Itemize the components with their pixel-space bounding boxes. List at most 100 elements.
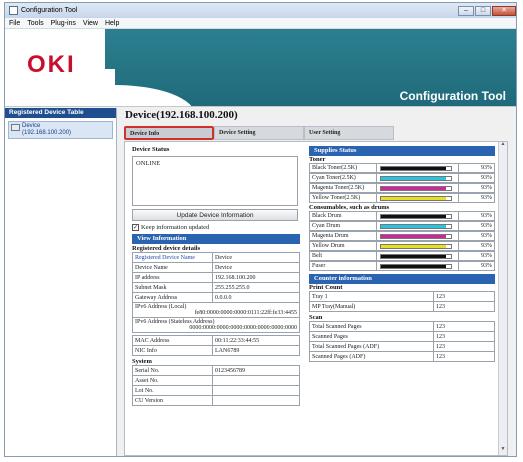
toner-percent: 93% (459, 173, 495, 183)
consumable-name: Fuser (309, 261, 377, 271)
menu-file[interactable]: File (9, 20, 20, 27)
system-detail-key: Asset No. (132, 375, 213, 386)
tab-device-info[interactable]: Device Info (124, 126, 214, 140)
consumable-level-bar (380, 223, 452, 229)
toner-name: Magenta Toner(2.5K) (309, 183, 377, 193)
device-ip: (192.168.100.200) (22, 130, 72, 136)
view-information-header: View Information (132, 234, 300, 244)
toner-name: Cyan Toner(2.5K) (309, 173, 377, 183)
device-detail-value: 192.168.100.200 (212, 272, 300, 283)
device-detail-row: Subnet Mask 255.255.255.0 (132, 282, 300, 293)
consumable-level-cell (377, 211, 459, 221)
sidebar-header: Registered Device Table (5, 108, 116, 118)
print-count-value: 123 (433, 301, 495, 312)
print-count-row: Tray 1 123 (309, 291, 495, 302)
toner-level-bar (380, 195, 452, 201)
keep-updated-checkbox-row[interactable]: ✓ Keep information updated (132, 224, 300, 231)
toner-level-cell (377, 173, 459, 183)
main-area: Device(192.168.100.200) Device Info Devi… (118, 108, 516, 456)
print-count-value: 123 (433, 291, 495, 302)
network-detail-key: MAC Address (132, 335, 213, 346)
consumable-percent: 93% (459, 251, 495, 261)
device-detail-key: Registered Device Name (132, 252, 213, 263)
consumable-level-cell (377, 221, 459, 231)
consumable-level-fill (381, 234, 447, 238)
device-detail-value: Device (212, 252, 300, 263)
consumable-percent: 93% (459, 231, 495, 241)
system-detail-row: Asset No. (132, 375, 300, 386)
toner-level-bar (380, 165, 452, 171)
banner-app-title: Configuration Tool (399, 89, 506, 103)
device-detail-value: 255.255.255.0 (212, 282, 300, 293)
scroll-up-arrow-icon[interactable]: ▲ (499, 142, 507, 150)
tab-bar: Device Info Device Setting User Setting (124, 126, 394, 140)
toner-level-fill (381, 166, 447, 170)
consumable-row: Black Drum 93% (309, 211, 495, 221)
toner-percent: 93% (459, 193, 495, 203)
scan-count-key: Scanned Pages (ADF) (309, 351, 434, 362)
printer-icon (11, 124, 20, 131)
device-detail-row: Registered Device Name Device (132, 252, 300, 263)
toner-row: Yellow Toner(2.5K) 93% (309, 193, 495, 203)
menu-help[interactable]: Help (105, 20, 119, 27)
toner-row: Black Toner(2.5K) 93% (309, 163, 495, 173)
scan-count-value: 123 (433, 341, 495, 352)
app-icon (9, 6, 18, 15)
system-detail-row: CU Version (132, 395, 300, 406)
tab-device-setting[interactable]: Device Setting (214, 126, 304, 140)
network-detail-value: LAN6789 (212, 345, 300, 356)
scroll-down-arrow-icon[interactable]: ▼ (499, 447, 507, 455)
menu-tools[interactable]: Tools (27, 20, 43, 27)
consumable-row: Belt 93% (309, 251, 495, 261)
device-status-value: ONLINE (136, 160, 161, 167)
system-detail-row: Lot No. (132, 385, 300, 396)
consumable-name: Belt (309, 251, 377, 261)
system-detail-value (212, 375, 300, 386)
consumable-level-fill (381, 244, 447, 248)
device-info-panel: Device Status ONLINE Update Device Infor… (124, 141, 508, 456)
consumable-level-fill (381, 214, 447, 218)
consumable-level-cell (377, 261, 459, 271)
scan-count-key: Total Scanned Pages (309, 321, 434, 332)
consumable-level-fill (381, 264, 447, 268)
consumable-level-cell (377, 251, 459, 261)
system-detail-value (212, 395, 300, 406)
sidebar-device-item[interactable]: Device (192.168.100.200) (8, 121, 113, 139)
update-device-info-button[interactable]: Update Device Information (132, 209, 298, 221)
device-detail-key: IP address (132, 272, 213, 283)
menu-view[interactable]: View (83, 20, 98, 27)
device-detail-row: Gateway Address 0.0.0.0 (132, 292, 300, 303)
scan-count-value: 123 (433, 331, 495, 342)
device-detail-key: Device Name (132, 262, 213, 273)
print-count-key: MP Tray(Manual) (309, 301, 434, 312)
consumable-percent: 93% (459, 261, 495, 271)
maximize-button[interactable]: □ (475, 5, 491, 16)
keep-updated-label: Keep information updated (141, 224, 210, 231)
toner-name: Black Toner(2.5K) (309, 163, 377, 173)
consumable-level-bar (380, 253, 452, 259)
vertical-scrollbar[interactable]: ▲ ▼ (498, 142, 507, 455)
scan-count-row: Total Scanned Pages (ADF) 123 (309, 341, 495, 352)
consumable-row: Fuser 93% (309, 261, 495, 271)
supplies-status-header: Supplies Status (309, 146, 495, 156)
minimize-button[interactable]: – (458, 5, 474, 16)
consumable-percent: 93% (459, 221, 495, 231)
consumable-percent: 93% (459, 241, 495, 251)
toner-label: Toner (309, 156, 326, 163)
tab-user-setting[interactable]: User Setting (304, 126, 394, 140)
consumable-name: Cyan Drum (309, 221, 377, 231)
page-title: Device(192.168.100.200) (125, 109, 238, 121)
keep-updated-checkbox[interactable]: ✓ (132, 224, 139, 231)
toner-level-fill (381, 196, 447, 200)
menu-plugins[interactable]: Plug-ins (51, 20, 76, 27)
close-button[interactable]: ✕ (492, 5, 516, 16)
network-detail-row: MAC Address 00:11:22:33:44:55 (132, 335, 300, 346)
header-banner: OKI Configuration Tool (5, 29, 516, 107)
toner-level-fill (381, 186, 447, 190)
print-count-table: Tray 1 123 MP Tray(Manual) 123 (309, 291, 495, 312)
title-bar: Configuration Tool – □ ✕ (5, 3, 516, 18)
registered-details-label: Registered device details (132, 245, 201, 252)
system-detail-key: Serial No. (132, 365, 213, 376)
toner-row: Cyan Toner(2.5K) 93% (309, 173, 495, 183)
device-status-label: Device Status (132, 146, 170, 153)
